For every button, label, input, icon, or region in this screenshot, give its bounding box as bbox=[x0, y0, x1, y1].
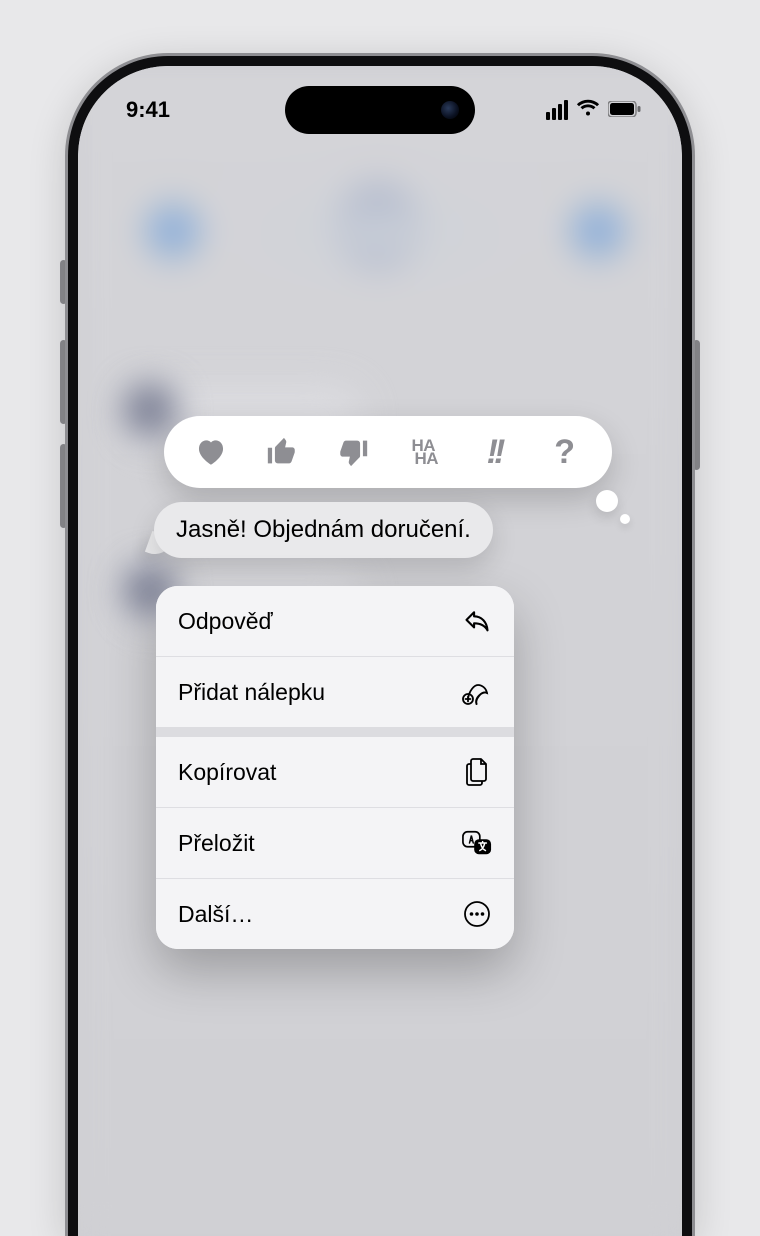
silent-switch bbox=[60, 260, 67, 304]
tapback-bar: HA HA !! ? bbox=[164, 416, 612, 488]
tapback-heart[interactable] bbox=[183, 424, 239, 480]
menu-more[interactable]: Další… bbox=[156, 878, 514, 949]
copy-icon bbox=[462, 757, 492, 787]
volume-up-button bbox=[60, 340, 67, 424]
tapback-haha[interactable]: HA HA bbox=[395, 424, 451, 480]
reply-icon bbox=[462, 606, 492, 636]
status-time: 9:41 bbox=[126, 97, 170, 123]
menu-add-sticker[interactable]: Přidat nálepku bbox=[156, 656, 514, 727]
menu-add-sticker-label: Přidat nálepku bbox=[178, 679, 325, 706]
menu-reply-label: Odpověď bbox=[178, 608, 273, 635]
haha-text-bottom: HA bbox=[415, 452, 439, 465]
status-bar: 9:41 bbox=[78, 88, 682, 132]
iphone-frame: 9:41 bbox=[68, 56, 692, 1236]
battery-icon bbox=[608, 97, 642, 123]
tapback-question[interactable]: ? bbox=[537, 424, 593, 480]
context-menu: Odpověď Přidat nálepku bbox=[156, 586, 514, 949]
menu-translate-label: Přeložit bbox=[178, 830, 255, 857]
wifi-icon bbox=[576, 97, 600, 123]
menu-copy-label: Kopírovat bbox=[178, 759, 276, 786]
volume-down-button bbox=[60, 444, 67, 528]
menu-translate[interactable]: Přeložit bbox=[156, 807, 514, 878]
more-icon bbox=[462, 899, 492, 929]
menu-copy[interactable]: Kopírovat bbox=[156, 737, 514, 807]
sticker-icon bbox=[462, 677, 492, 707]
status-right bbox=[546, 97, 642, 123]
tapback-tail bbox=[620, 514, 630, 524]
blurred-avatar bbox=[122, 382, 178, 438]
translate-icon bbox=[462, 828, 492, 858]
tapback-emphasis[interactable]: !! bbox=[466, 424, 522, 480]
cellular-icon bbox=[546, 100, 568, 120]
power-button bbox=[693, 340, 700, 470]
tapback-thumbs-up[interactable] bbox=[254, 424, 310, 480]
message-text: Jasně! Objednám doručení. bbox=[176, 516, 471, 543]
focused-message[interactable]: Jasně! Objednám doručení. bbox=[154, 502, 493, 558]
menu-separator bbox=[156, 727, 514, 737]
screen: 9:41 bbox=[78, 66, 682, 1236]
tapback-tail bbox=[596, 490, 618, 512]
tapback-thumbs-down[interactable] bbox=[325, 424, 381, 480]
emphasis-text: !! bbox=[487, 433, 502, 472]
menu-more-label: Další… bbox=[178, 901, 253, 928]
question-text: ? bbox=[554, 433, 575, 472]
menu-reply[interactable]: Odpověď bbox=[156, 586, 514, 656]
